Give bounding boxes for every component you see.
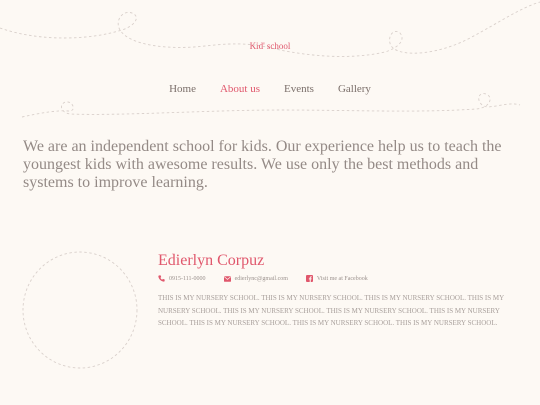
nav-item-gallery[interactable]: Gallery [338, 83, 371, 95]
phone-number: 0915-111-0000 [169, 275, 206, 282]
envelope-icon [223, 275, 231, 282]
email-address: edierlync@gmail.com [234, 275, 288, 282]
profile-bio: THIS IS MY NURSERY SCHOOL. THIS IS MY NU… [158, 294, 504, 328]
profile-name: Edierlyn Corpuz [158, 252, 265, 269]
contact-list: 0915-111-0000 edierlync@gmail.com Visit … [158, 275, 368, 282]
contact-email[interactable]: edierlync@gmail.com [223, 275, 288, 282]
nav-item-events[interactable]: Events [284, 83, 314, 95]
header-dashed-decoration [0, 1, 540, 369]
contact-facebook[interactable]: Visit me at Facebook [305, 275, 368, 282]
phone-icon [158, 275, 165, 282]
facebook-icon [305, 275, 313, 282]
main-nav: Home About us Events Gallery [0, 83, 540, 95]
nav-item-about-us[interactable]: About us [220, 83, 260, 95]
nav-item-home[interactable]: Home [169, 83, 196, 95]
facebook-link-label: Visit me at Facebook [316, 275, 368, 282]
contact-phone: 0915-111-0000 [158, 275, 206, 282]
intro-text: We are an independent school for kids. O… [23, 138, 502, 191]
brand-logo[interactable]: Kid' school [0, 41, 540, 51]
